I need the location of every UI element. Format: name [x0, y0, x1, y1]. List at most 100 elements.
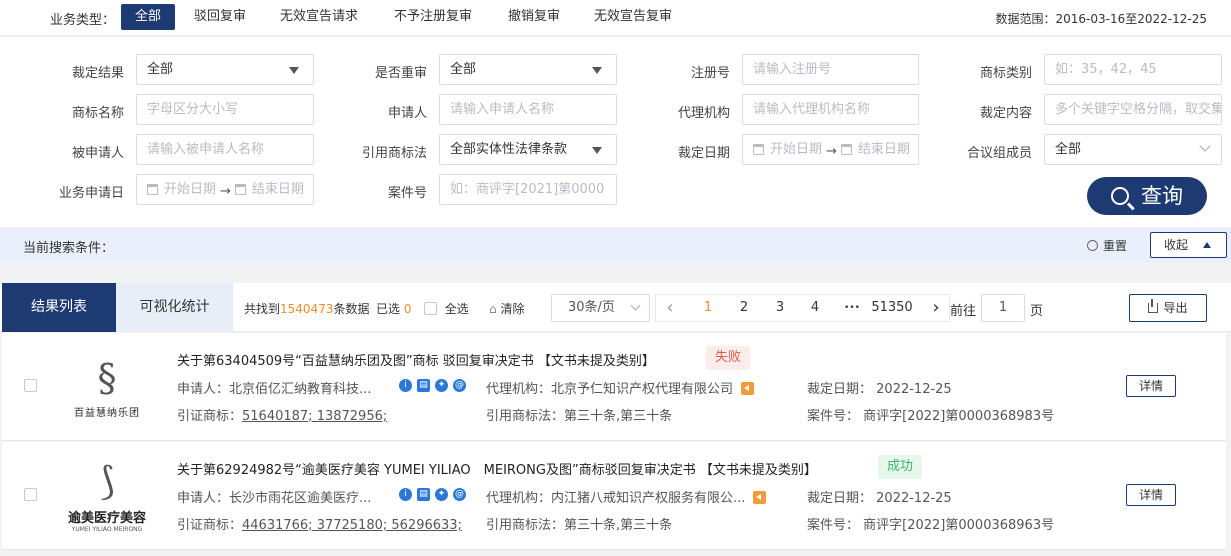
- ruledate-range[interactable]: 开始日期 → 结束日期: [742, 134, 919, 165]
- tab-reject-review[interactable]: 驳回复审: [180, 4, 260, 30]
- next-page-button[interactable]: ›: [928, 295, 944, 321]
- paw-icon[interactable]: ✦: [435, 488, 448, 501]
- applicant-label: 申请人: [387, 106, 427, 121]
- found-count: 共找到1540473条数据: [244, 300, 369, 317]
- selected-number: 0: [403, 302, 412, 316]
- appdate-end-text: 结束日期: [251, 182, 304, 197]
- appdate-end[interactable]: 结束日期: [234, 175, 304, 204]
- search-button[interactable]: 查询: [1087, 177, 1207, 215]
- tab-result-list[interactable]: 结果列表: [2, 283, 116, 332]
- document-icon[interactable]: ▤: [417, 379, 430, 392]
- row-checkbox[interactable]: [24, 488, 37, 501]
- goto-post: 页: [1030, 304, 1044, 319]
- detail-button[interactable]: 详情: [1126, 375, 1176, 397]
- status-badge: 失败: [706, 346, 751, 370]
- detail-button[interactable]: 详情: [1126, 484, 1176, 506]
- case-field-label: 案件号：: [807, 518, 860, 533]
- page-3[interactable]: 3: [772, 295, 788, 321]
- result-title[interactable]: 关于第62924982号“逾美医疗美容 YUMEI YILIAO MEIRONG…: [177, 459, 817, 478]
- tab-revocation-review[interactable]: 撤销复审: [494, 4, 574, 30]
- at-icon[interactable]: @: [453, 379, 466, 392]
- ruledate-start[interactable]: 开始日期: [753, 135, 822, 164]
- tab-visual-stats[interactable]: 可视化统计: [116, 283, 233, 332]
- applicant-field: 申请人：北京佰亿汇纳教育科技...: [177, 378, 371, 397]
- export-button[interactable]: 导出: [1129, 294, 1207, 322]
- result-row: § 百益慧纳乐团 关于第63404509号“百益慧纳乐团及图”商标 驳回复审决定…: [2, 333, 1226, 441]
- respondent-input[interactable]: 请输入被申请人名称: [136, 134, 314, 165]
- info-icon[interactable]: i: [399, 379, 412, 392]
- page-1[interactable]: 1: [700, 295, 716, 321]
- rule-date-label: 裁定日期：: [807, 491, 873, 506]
- caseno-input[interactable]: 如：商评字[2021]第0000: [439, 174, 617, 205]
- applicant-value: 北京佰亿汇纳教育科技...: [229, 382, 372, 397]
- row-checkbox[interactable]: [24, 379, 37, 392]
- applicant-input[interactable]: 请输入申请人名称: [439, 94, 617, 125]
- law-select[interactable]: 全部实体性法律条款: [439, 134, 617, 165]
- tab-all[interactable]: 全部: [121, 4, 176, 30]
- current-conditions-bar: 当前搜索条件： 重置 收起: [0, 228, 1231, 262]
- cited-field-label: 引证商标：: [177, 409, 243, 424]
- tmname-label: 商标名称: [71, 106, 124, 121]
- content-label: 裁定内容: [979, 106, 1032, 121]
- document-icon[interactable]: ▤: [417, 488, 430, 501]
- page-4[interactable]: 4: [807, 295, 823, 321]
- appdate-label: 业务申请日: [58, 186, 124, 201]
- ruledate-start-text: 开始日期: [770, 142, 823, 157]
- page-2[interactable]: 2: [736, 295, 752, 321]
- page-last[interactable]: 51350: [870, 295, 914, 321]
- tab-non-registration-review[interactable]: 不予注册复审: [380, 4, 486, 30]
- tab-invalidation-review[interactable]: 无效宣告复审: [580, 4, 686, 30]
- regno-input[interactable]: 请输入注册号: [742, 54, 919, 85]
- reset-button[interactable]: 重置: [1087, 237, 1127, 254]
- chevron-down-icon: [630, 300, 641, 311]
- page-size-select[interactable]: 30条/页: [551, 294, 650, 322]
- clear-button[interactable]: ⌂ 清除: [489, 300, 524, 317]
- appdate-range[interactable]: 开始日期 → 结束日期: [136, 174, 314, 205]
- panel-select[interactable]: 全部: [1044, 134, 1222, 165]
- content-input[interactable]: 多个关键字空格分隔，取交集: [1044, 94, 1222, 125]
- agency-back-icon[interactable]: [753, 491, 767, 504]
- case-value: 商评字[2022]第0000368963号: [863, 518, 1055, 533]
- reexam-select[interactable]: 全部: [439, 54, 617, 85]
- export-label: 导出: [1163, 301, 1188, 315]
- page-size-value: 30条/页: [568, 300, 615, 315]
- appdate-start[interactable]: 开始日期: [147, 175, 216, 204]
- agency-back-icon[interactable]: [741, 382, 755, 395]
- found-pre: 共找到: [244, 302, 281, 316]
- class-input[interactable]: 如：35，42，45: [1044, 54, 1222, 85]
- tab-invalidation-request[interactable]: 无效宣告请求: [266, 4, 372, 30]
- law-field: 引用商标法：第三十条,第三十条: [486, 405, 672, 424]
- info-icon[interactable]: i: [399, 488, 412, 501]
- case-field-label: 案件号：: [807, 409, 860, 424]
- at-icon[interactable]: @: [453, 488, 466, 501]
- logo-mark: §: [97, 355, 117, 400]
- prev-page-button[interactable]: ‹: [662, 295, 678, 321]
- result-select[interactable]: 全部: [136, 54, 314, 85]
- applicant-value: 长沙市雨花区逾美医疗...: [229, 491, 372, 506]
- panel-label: 合议组成员: [966, 146, 1032, 161]
- calendar-icon: [753, 144, 764, 155]
- goto-page-input[interactable]: 1: [981, 294, 1025, 322]
- caseno-label: 案件号: [387, 186, 427, 201]
- result-title[interactable]: 关于第63404509号“百益慧纳乐团及图”商标 驳回复审决定书 【文书未提及类…: [177, 350, 655, 369]
- logo-mark: ⟆: [99, 459, 115, 503]
- result-label: 裁定结果: [71, 66, 124, 81]
- select-all-checkbox[interactable]: [424, 302, 437, 315]
- ruledate-label: 裁定日期: [677, 146, 730, 161]
- paw-icon[interactable]: ✦: [435, 379, 448, 392]
- agency-input[interactable]: 请输入代理机构名称: [742, 94, 919, 125]
- law-field-label: 引用商标法：: [486, 409, 565, 424]
- ruledate-end[interactable]: 结束日期: [840, 135, 910, 164]
- applicant-icons: i ▤ ✦ @: [399, 488, 466, 501]
- range-arrow: →: [220, 184, 231, 199]
- cited-value[interactable]: 44631766; 37725180; 56296633;: [242, 518, 462, 533]
- cited-value[interactable]: 51640187; 13872956;: [242, 409, 387, 424]
- collapse-button[interactable]: 收起: [1150, 232, 1227, 258]
- rule-date-field: 裁定日期： 2022-12-25: [807, 378, 952, 397]
- select-all[interactable]: 全选: [424, 300, 469, 317]
- agency-field-label: 代理机构：: [486, 491, 552, 506]
- caret-down-icon: [592, 67, 602, 74]
- tmname-input[interactable]: 字母区分大小写: [136, 94, 314, 125]
- more-pages-ellipsis[interactable]: •••: [840, 295, 864, 321]
- caret-down-icon: [289, 67, 299, 74]
